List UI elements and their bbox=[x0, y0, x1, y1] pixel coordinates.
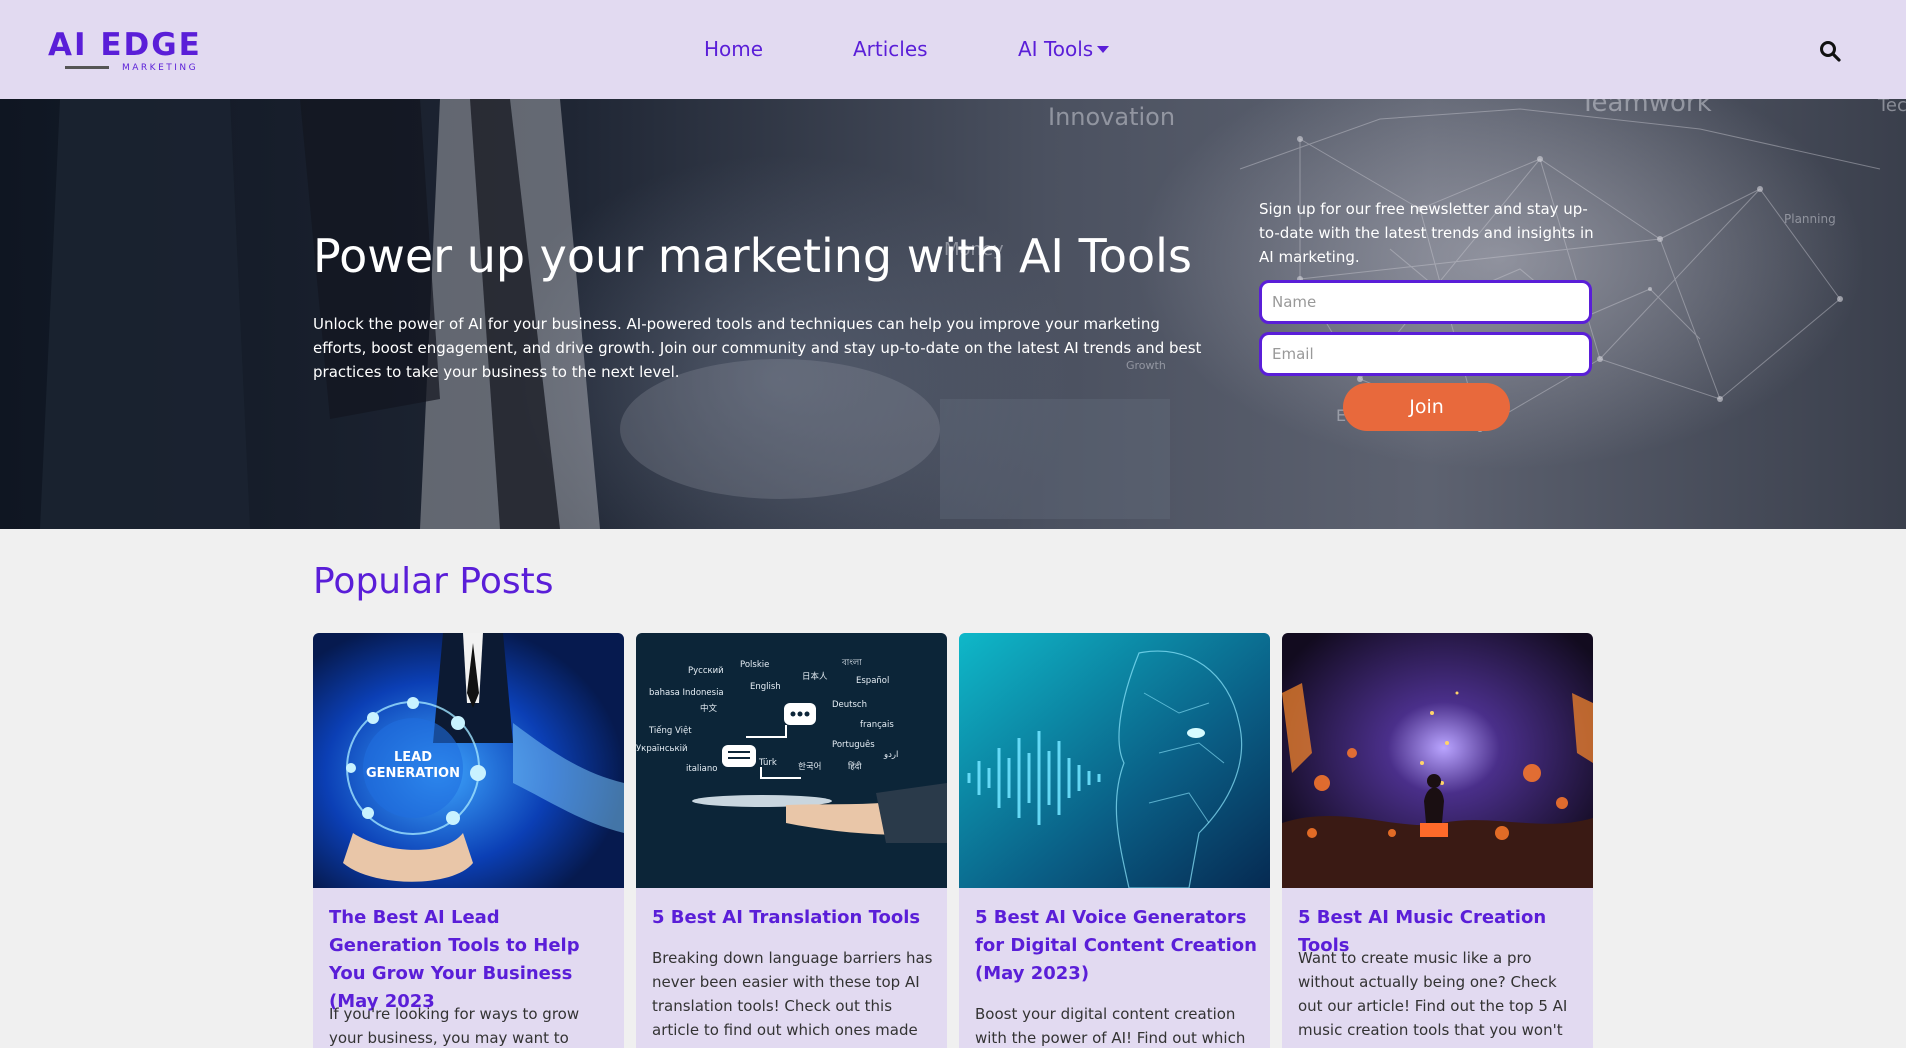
post-image-translation: Русский Polskie বাংলা 日本人 Español bahasa… bbox=[636, 633, 947, 888]
post-card[interactable]: 5 Best AI Music Creation Tools Want to c… bbox=[1282, 633, 1593, 1048]
post-image-voice bbox=[959, 633, 1270, 888]
popular-posts-title: Popular Posts bbox=[313, 561, 554, 602]
caret-down-icon bbox=[1097, 46, 1110, 53]
language-label: اردو bbox=[883, 750, 898, 760]
newsletter-email-input[interactable] bbox=[1259, 332, 1592, 376]
post-excerpt: If you're looking for ways to grow your … bbox=[329, 1005, 580, 1047]
language-label: Português bbox=[832, 739, 875, 750]
language-label: Español bbox=[856, 676, 889, 686]
hero-bg-word: Teamwork bbox=[1579, 99, 1712, 118]
language-label: Deutsch bbox=[832, 700, 867, 710]
post-image-music bbox=[1282, 633, 1593, 888]
post-card[interactable]: 5 Best AI Voice Generators for Digital C… bbox=[959, 633, 1270, 1048]
language-label: 日本人 bbox=[802, 671, 828, 682]
post-excerpt: Breaking down language barriers has neve… bbox=[652, 949, 933, 1048]
hero-bg-word: Innovation bbox=[1048, 103, 1175, 131]
nav-home[interactable]: Home bbox=[704, 37, 763, 61]
image-text: GENERATION bbox=[366, 766, 460, 781]
post-card[interactable]: Русский Polskie বাংলা 日本人 Español bahasa… bbox=[636, 633, 947, 1048]
post-excerpt: Boost your digital content creation with… bbox=[975, 1005, 1246, 1047]
logo-underline bbox=[65, 66, 109, 69]
hero-description: Unlock the power of AI for your business… bbox=[313, 315, 1202, 381]
post-image-lead-generation: LEAD GENERATION bbox=[313, 633, 624, 888]
nav-ai-tools[interactable]: AI Tools bbox=[1018, 37, 1110, 61]
post-card[interactable]: LEAD GENERATION The Best AI Lead Generat… bbox=[313, 633, 624, 1048]
language-label: Українській bbox=[636, 744, 688, 754]
post-title[interactable]: The Best AI Lead Generation Tools to Hel… bbox=[329, 904, 614, 1016]
join-button[interactable]: Join bbox=[1343, 383, 1510, 431]
newsletter-text: Sign up for our free newsletter and stay… bbox=[1259, 200, 1594, 266]
site-logo[interactable]: AI EDGE MARKETING bbox=[48, 28, 218, 74]
language-label: français bbox=[860, 720, 894, 730]
language-label: English bbox=[750, 682, 781, 692]
language-label: italiano bbox=[686, 764, 717, 774]
newsletter-name-input[interactable] bbox=[1259, 280, 1592, 324]
site-header: AI EDGE MARKETING Home Articles AI Tools bbox=[0, 0, 1906, 99]
logo-tagline: MARKETING bbox=[122, 63, 199, 73]
hero-section: Innovation Teamwork Money Planning Growt… bbox=[0, 99, 1906, 529]
logo-wordmark: AI EDGE bbox=[48, 27, 202, 63]
image-text: LEAD bbox=[394, 750, 432, 765]
hero-title: Power up your marketing with AI Tools bbox=[313, 229, 1192, 283]
post-title[interactable]: 5 Best AI Translation Tools bbox=[652, 904, 937, 932]
language-label: Русский bbox=[688, 666, 724, 676]
language-label: 中文 bbox=[700, 703, 718, 714]
language-label: bahasa Indonesia bbox=[649, 688, 724, 698]
language-label: Türk bbox=[758, 758, 777, 768]
post-excerpt: Want to create music like a pro without … bbox=[1298, 949, 1568, 1048]
language-label: Tiếng Việt bbox=[648, 725, 692, 736]
language-label: हिंदी bbox=[848, 761, 862, 772]
hero-bg-word: Planning bbox=[1784, 212, 1836, 226]
language-label: 한국어 bbox=[798, 761, 821, 772]
language-label: বাংলা bbox=[841, 658, 862, 668]
nav-ai-tools-label: AI Tools bbox=[1018, 37, 1094, 61]
search-button[interactable] bbox=[1818, 39, 1842, 63]
language-label: Polskie bbox=[740, 660, 769, 670]
nav-articles[interactable]: Articles bbox=[853, 37, 928, 61]
post-title[interactable]: 5 Best AI Voice Generators for Digital C… bbox=[975, 904, 1260, 988]
hero-bg-word: Tec bbox=[1877, 99, 1906, 116]
search-icon bbox=[1820, 41, 1841, 62]
